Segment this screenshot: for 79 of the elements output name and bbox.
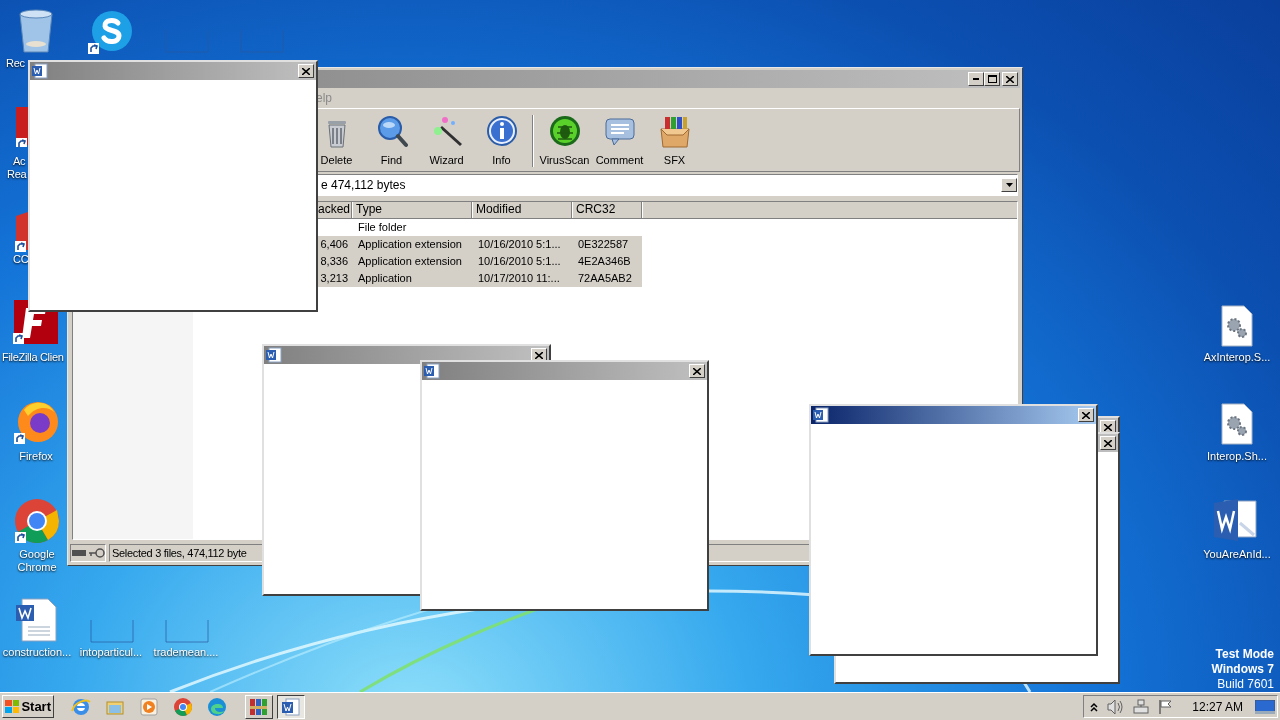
show-desktop-icon[interactable] — [1255, 699, 1275, 714]
info-icon — [485, 115, 518, 149]
table-cell: Application — [358, 272, 412, 284]
bug-icon — [548, 115, 581, 149]
close-icon — [1104, 423, 1112, 431]
close-button[interactable] — [1100, 436, 1116, 450]
clock[interactable]: 12:27 AM — [1192, 697, 1243, 716]
toolbar-button[interactable]: Comment — [592, 115, 647, 167]
column-header[interactable]: Modified — [472, 202, 572, 218]
toolbar-button[interactable]: SFX — [647, 115, 702, 167]
caret-icon — [1005, 183, 1013, 187]
icon-label[interactable]: FileZilla Clien — [2, 351, 64, 364]
table-cell: 10/16/2010 5:1... — [478, 238, 561, 250]
icon-label[interactable]: YouAreAnId... — [1203, 548, 1271, 561]
maximize-icon — [987, 75, 997, 83]
windows-logo-icon — [5, 699, 20, 714]
os-build-text: Build 7601 — [1217, 677, 1274, 692]
icon-label[interactable]: Interop.Sh... — [1207, 450, 1267, 463]
close-button[interactable] — [298, 64, 314, 78]
table-cell: File folder — [358, 221, 407, 233]
gear-file-icon[interactable] — [1220, 403, 1254, 445]
play-icon[interactable] — [139, 696, 159, 717]
maximize-button[interactable] — [984, 72, 1000, 86]
chrome-icon[interactable] — [173, 696, 193, 717]
close-icon — [1006, 75, 1014, 83]
table-cell: 8,336 — [320, 255, 348, 267]
icon-label[interactable]: Rea — [7, 168, 27, 181]
word-document-icon[interactable] — [14, 597, 58, 643]
box-icon — [658, 115, 691, 149]
table-cell: Application extension — [358, 255, 462, 267]
close-button[interactable] — [1002, 72, 1018, 86]
close-button[interactable] — [1078, 408, 1094, 422]
table-cell: 72AA5AB2 — [578, 272, 632, 284]
table-cell: 3,213 — [320, 272, 348, 284]
s-circle-icon[interactable] — [86, 10, 134, 56]
table-cell: 10/16/2010 5:1... — [478, 255, 561, 267]
close-icon — [693, 367, 701, 375]
table-cell: 4E2A346B — [578, 255, 631, 267]
table-cell: 6,406 — [320, 238, 348, 250]
network-icon[interactable] — [1132, 698, 1151, 715]
close-icon — [302, 67, 310, 75]
chevron-up-icon[interactable] — [1090, 701, 1099, 712]
browser-e-icon[interactable] — [71, 696, 91, 717]
column-header[interactable]: Type — [352, 202, 472, 218]
toolbar-button[interactable]: Info — [474, 115, 529, 167]
chrome-icon[interactable] — [13, 497, 61, 545]
word-document-icon[interactable] — [1212, 497, 1260, 543]
toolbar-button[interactable]: Find — [364, 115, 419, 167]
column-header[interactable]: CRC32 — [572, 202, 642, 218]
speaker-icon[interactable] — [1106, 698, 1125, 715]
os-build-text: Windows 7 — [1211, 662, 1274, 677]
start-button[interactable]: Start — [2, 695, 54, 718]
word-document-icon — [281, 696, 301, 717]
table-cell: 0E322587 — [578, 238, 629, 250]
minimize-button[interactable] — [968, 72, 984, 86]
minimize-icon — [973, 78, 979, 80]
document-icon[interactable] — [14, 105, 28, 147]
os-build-text: Test Mode — [1215, 647, 1274, 662]
close-button[interactable] — [689, 364, 705, 378]
icon-label[interactable]: Ac — [13, 155, 26, 168]
close-icon — [1104, 439, 1112, 447]
gear-file-icon[interactable] — [1220, 305, 1254, 347]
toolbar-button[interactable]: Wizard — [419, 115, 474, 167]
table-cell: 10/17/2010 11:... — [478, 272, 560, 284]
taskbar-button[interactable] — [277, 694, 305, 719]
drive-icon — [71, 550, 86, 556]
magnifier-icon — [375, 115, 408, 149]
table-cell: Application extension — [358, 238, 462, 250]
icon-label[interactable]: Rec — [6, 57, 25, 70]
dropdown-button[interactable] — [1001, 178, 1017, 192]
trash-can-icon[interactable] — [16, 8, 56, 54]
toolbar-button[interactable]: VirusScan — [537, 115, 592, 167]
icon-label[interactable]: CC — [13, 253, 29, 266]
icon-label[interactable]: AxInterop.S... — [1203, 351, 1271, 364]
books-icon — [249, 696, 269, 717]
document-icon[interactable] — [14, 212, 28, 252]
close-icon — [535, 351, 543, 359]
key-icon — [88, 548, 105, 558]
close-icon — [1082, 411, 1090, 419]
